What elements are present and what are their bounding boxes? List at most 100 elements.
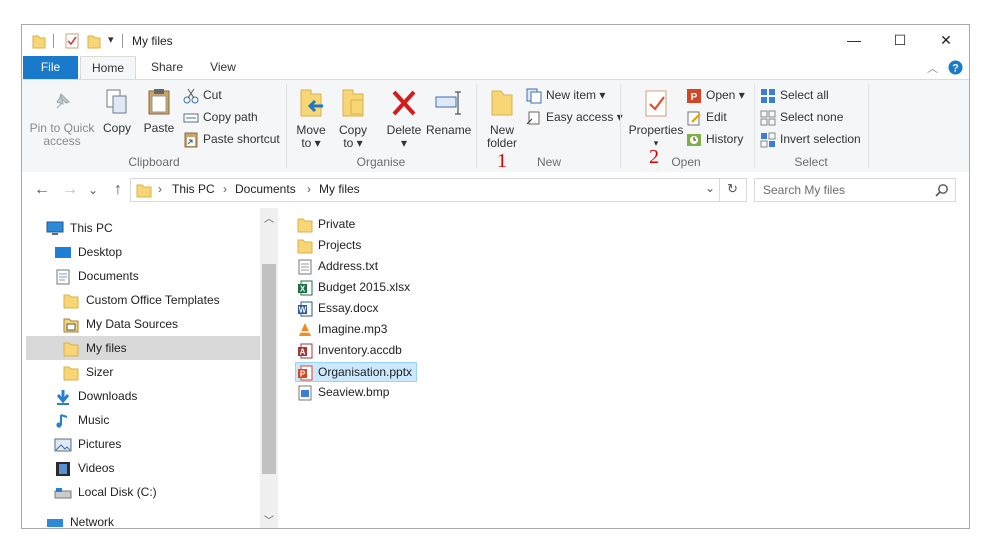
crumb-this-pc[interactable]: This PC	[172, 182, 215, 196]
easy-access-button[interactable]: Easy access ▾	[526, 108, 623, 126]
search-input[interactable]: Search My files	[763, 183, 845, 197]
annotation-marker-1: 1	[497, 150, 507, 172]
nav-item-my-files[interactable]: My files	[62, 336, 127, 360]
nav-scrollbar[interactable]: ︿ ﹀	[260, 208, 278, 528]
nav-item-videos[interactable]: Videos	[54, 456, 114, 480]
nav-item-music[interactable]: Music	[54, 408, 109, 432]
qat-customize-icon[interactable]: ▾	[108, 33, 114, 51]
select-none-button[interactable]: Select none	[760, 108, 843, 126]
file-item[interactable]: W Essay.docx	[297, 298, 378, 318]
nav-item-sizer[interactable]: Sizer	[62, 360, 113, 384]
open-label: Open ▾	[706, 88, 745, 102]
scissors-icon	[183, 88, 199, 104]
properties-icon	[645, 90, 667, 117]
up-button[interactable]: ↑	[108, 180, 128, 200]
nav-item-this-pc[interactable]: This PC	[46, 216, 113, 240]
nav-item-label: Downloads	[78, 389, 138, 403]
refresh-icon[interactable]: ↻	[727, 181, 738, 197]
tab-file[interactable]: File	[23, 56, 78, 79]
back-button[interactable]: ←	[32, 180, 52, 200]
file-item[interactable]: A Inventory.accdb	[297, 340, 402, 360]
new-folder-qat-icon[interactable]	[87, 32, 101, 50]
close-button[interactable]: ✕	[923, 25, 969, 56]
qat-divider	[53, 34, 54, 48]
address-bar[interactable]: › This PC › Documents › My files ⌄ ↻	[130, 178, 747, 202]
minimize-button[interactable]: —	[831, 25, 877, 56]
window-title: My files	[132, 34, 173, 48]
paste-button[interactable]: Paste	[140, 88, 178, 135]
folder-icon	[63, 294, 79, 309]
nav-item-local-disk[interactable]: Local Disk (C:)	[54, 480, 157, 504]
new-item-button[interactable]: New item ▾	[526, 86, 605, 104]
rename-button[interactable]: Rename	[426, 88, 471, 137]
file-name: Seaview.bmp	[318, 385, 390, 399]
copy-label: Copy	[102, 121, 131, 135]
ribbon-home: Pin to Quick access Copy Paste Cut Copy …	[22, 79, 969, 173]
nav-item-desktop[interactable]: Desktop	[54, 240, 122, 264]
address-row: ← → ⌄ ↑ › This PC › Documents › My files…	[22, 172, 969, 208]
delete-label: Delete ▾	[386, 123, 422, 150]
file-item[interactable]: Address.txt	[297, 256, 378, 276]
nav-item-label: My Data Sources	[86, 317, 179, 331]
copy-button[interactable]: Copy	[98, 88, 136, 135]
paste-shortcut-label: Paste shortcut	[203, 132, 280, 146]
nav-item-documents[interactable]: Documents	[54, 264, 139, 288]
paste-label: Paste	[143, 121, 175, 135]
music-icon	[56, 413, 68, 428]
search-box[interactable]: Search My files	[754, 178, 956, 202]
maximize-button[interactable]: ☐	[877, 25, 923, 56]
edit-button[interactable]: Edit	[686, 108, 727, 126]
pin-to-quick-access-button[interactable]: Pin to Quick access	[28, 88, 96, 148]
collapse-ribbon-icon[interactable]: ︿	[927, 60, 938, 76]
select-none-icon	[760, 110, 776, 126]
crumb-documents[interactable]: Documents	[235, 182, 296, 196]
new-folder-button[interactable]: New folder	[482, 88, 522, 150]
edit-label: Edit	[706, 110, 727, 124]
open-button[interactable]: P Open ▾	[686, 86, 745, 104]
tab-view[interactable]: View	[198, 56, 248, 79]
copy-to-icon	[342, 89, 364, 117]
recent-locations-button[interactable]: ⌄	[86, 180, 100, 200]
properties-qat-icon[interactable]	[64, 32, 80, 50]
nav-item-network[interactable]: Network	[46, 510, 114, 528]
nav-item-my-data-sources[interactable]: My Data Sources	[62, 312, 178, 336]
tab-home[interactable]: Home	[80, 56, 136, 79]
help-icon[interactable]: ?	[948, 60, 963, 75]
pin-label-2: access	[43, 134, 81, 148]
file-name: Essay.docx	[318, 301, 379, 315]
file-item[interactable]: Private	[297, 214, 355, 234]
nav-item-custom-office-templates[interactable]: Custom Office Templates	[62, 288, 220, 312]
crumb-my-files[interactable]: My files	[319, 182, 360, 196]
copy-to-button[interactable]: Copy to ▾	[334, 88, 372, 150]
excel-file-icon: X	[298, 280, 313, 296]
scroll-down-icon[interactable]: ﹀	[264, 512, 274, 527]
select-all-button[interactable]: Select all	[760, 86, 829, 104]
tab-share[interactable]: Share	[140, 56, 194, 79]
file-item[interactable]: Imagine.mp3	[297, 319, 387, 339]
file-name: Inventory.accdb	[318, 343, 402, 357]
cut-label: Cut	[203, 88, 222, 102]
paste-shortcut-button[interactable]: Paste shortcut	[183, 130, 280, 148]
file-item[interactable]: Seaview.bmp	[297, 382, 389, 402]
nav-item-label: Desktop	[78, 245, 123, 259]
forward-button[interactable]: →	[60, 180, 80, 200]
ribbon-tabs: File Home Share View ︿ ?	[22, 56, 969, 79]
cut-button[interactable]: Cut	[183, 86, 222, 104]
scrollbar-thumb[interactable]	[262, 264, 276, 474]
file-item[interactable]: Projects	[297, 235, 361, 255]
invert-selection-button[interactable]: Invert selection	[760, 130, 861, 148]
file-item[interactable]: X Budget 2015.xlsx	[297, 277, 410, 297]
group-divider	[476, 84, 477, 168]
nav-item-downloads[interactable]: Downloads	[54, 384, 137, 408]
properties-button[interactable]: Properties ▾	[626, 88, 686, 150]
file-item-selected[interactable]: P Organisation.pptx	[295, 362, 418, 382]
copy-path-button[interactable]: Copy path	[183, 108, 258, 126]
history-button[interactable]: History	[686, 130, 743, 148]
address-history-dropdown-icon[interactable]: ⌄	[705, 181, 715, 195]
new-item-icon	[526, 88, 542, 104]
delete-button[interactable]: Delete ▾	[382, 88, 426, 150]
scroll-up-icon[interactable]: ︿	[264, 210, 274, 225]
move-to-button[interactable]: Move to ▾	[292, 88, 330, 150]
open-group-label: Open	[671, 155, 701, 169]
nav-item-pictures[interactable]: Pictures	[54, 432, 121, 456]
